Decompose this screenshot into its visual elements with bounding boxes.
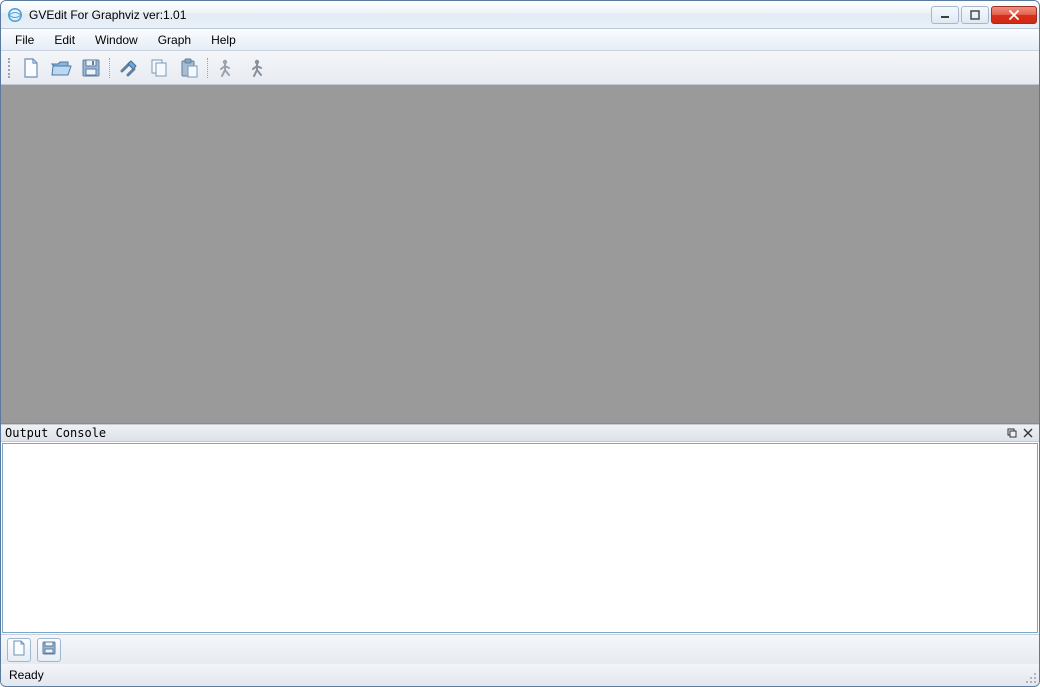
- toolbar: [1, 51, 1039, 85]
- app-icon: [7, 7, 23, 23]
- open-file-button[interactable]: [47, 54, 75, 82]
- dock-float-button[interactable]: [1005, 426, 1019, 440]
- size-grip[interactable]: [1023, 670, 1037, 684]
- app-window: GVEdit For Graphviz ver:1.01 File Edit W…: [0, 0, 1040, 687]
- menu-graph[interactable]: Graph: [148, 29, 201, 50]
- dock-close-button[interactable]: [1021, 426, 1035, 440]
- bottom-toolbar: [1, 634, 1039, 664]
- run-all-icon: [246, 57, 268, 79]
- save-icon: [41, 640, 57, 659]
- bottom-save-button[interactable]: [37, 638, 61, 662]
- save-button[interactable]: [77, 54, 105, 82]
- copy-icon: [148, 57, 170, 79]
- run-icon: [216, 57, 238, 79]
- run-all-button[interactable]: [243, 54, 271, 82]
- bottom-new-button[interactable]: [7, 638, 31, 662]
- minimize-button[interactable]: [931, 6, 959, 24]
- toolbar-separator: [107, 56, 113, 80]
- menu-edit[interactable]: Edit: [44, 29, 85, 50]
- mdi-area[interactable]: [1, 85, 1039, 424]
- new-file-button[interactable]: [17, 54, 45, 82]
- statusbar: Ready: [1, 664, 1039, 686]
- output-console-header[interactable]: Output Console: [1, 424, 1039, 442]
- paste-icon: [178, 57, 200, 79]
- save-icon: [80, 57, 102, 79]
- menu-file[interactable]: File: [5, 29, 44, 50]
- output-console-title: Output Console: [5, 426, 106, 440]
- settings-button[interactable]: [115, 54, 143, 82]
- titlebar[interactable]: GVEdit For Graphviz ver:1.01: [1, 1, 1039, 29]
- maximize-button[interactable]: [961, 6, 989, 24]
- window-title: GVEdit For Graphviz ver:1.01: [29, 8, 186, 22]
- run-button[interactable]: [213, 54, 241, 82]
- output-console[interactable]: [2, 443, 1038, 633]
- new-file-icon: [20, 57, 42, 79]
- window-controls: [931, 6, 1037, 24]
- copy-button[interactable]: [145, 54, 173, 82]
- open-folder-icon: [50, 57, 72, 79]
- new-file-icon: [11, 640, 27, 659]
- menu-window[interactable]: Window: [85, 29, 148, 50]
- menubar: File Edit Window Graph Help: [1, 29, 1039, 51]
- paste-button[interactable]: [175, 54, 203, 82]
- status-text: Ready: [9, 668, 44, 682]
- close-button[interactable]: [991, 6, 1037, 24]
- menu-help[interactable]: Help: [201, 29, 246, 50]
- toolbar-separator: [205, 56, 211, 80]
- settings-icon: [118, 57, 140, 79]
- toolbar-handle[interactable]: [7, 56, 13, 80]
